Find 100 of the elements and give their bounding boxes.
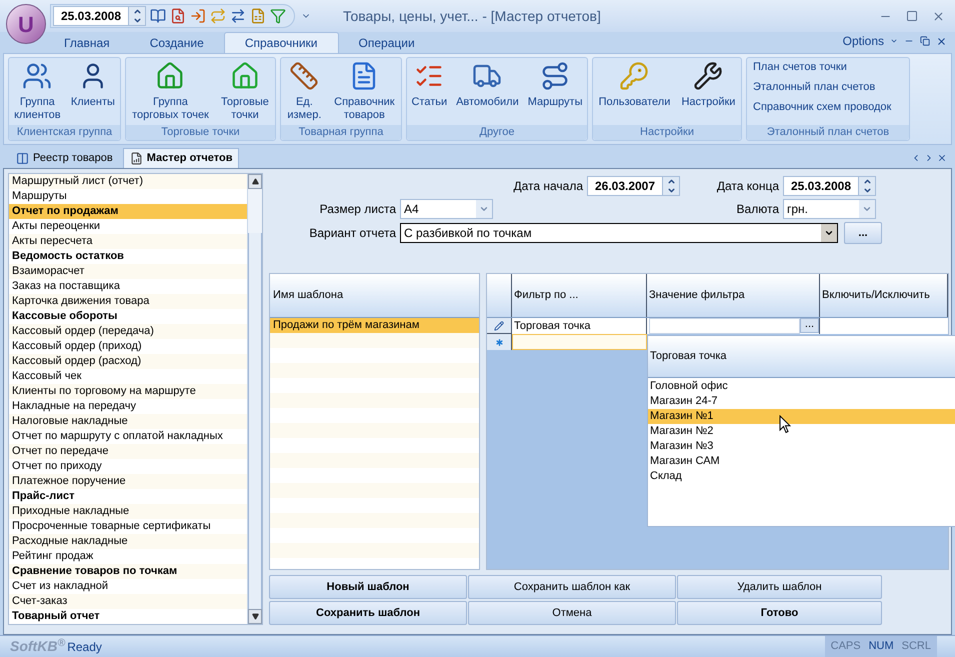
page-size-combo[interactable]: A4 — [400, 199, 493, 219]
window-title: Товары, цены, учет... - [Мастер отчетов] — [343, 6, 601, 26]
action-button[interactable]: Сохранить шаблон — [269, 601, 467, 625]
dropdown-item[interactable]: Магазин №1 — [648, 409, 955, 424]
spin-up-icon[interactable] — [132, 7, 142, 16]
report-variant-combo[interactable]: С разбивкой по точкам — [400, 223, 838, 243]
new-row-cell[interactable] — [512, 334, 647, 350]
action-button[interactable]: Готово — [677, 601, 882, 625]
action-button[interactable]: Отмена — [468, 601, 676, 625]
maximize-icon[interactable] — [906, 10, 918, 22]
report-list-item[interactable]: Взаиморасчет — [9, 264, 247, 279]
ribbon-link-button[interactable]: Эталонный план счетов — [753, 81, 876, 94]
report-list-item[interactable]: Прайс-лист — [9, 489, 247, 504]
template-row[interactable]: Продажи по трём магазинам — [270, 318, 479, 333]
ribbon-button[interactable]: Группа клиентов — [13, 61, 62, 122]
report-list-item[interactable]: Отчет по передаче — [9, 444, 247, 459]
scrollbar[interactable] — [247, 174, 262, 624]
report-list-item[interactable]: Просроченные товарные сертификаты — [9, 519, 247, 534]
scroll-up-icon[interactable] — [252, 178, 258, 185]
report-list-item[interactable]: Накладные на передачу — [9, 399, 247, 414]
close-icon[interactable] — [937, 153, 947, 163]
ribbon-button[interactable]: Статьи — [410, 61, 448, 109]
ribbon-tab[interactable]: Операции — [338, 32, 435, 53]
scroll-down-icon[interactable] — [252, 613, 258, 620]
import-icon[interactable] — [190, 8, 206, 24]
date-field[interactable]: 25.03.2008 — [53, 6, 146, 26]
ribbon-button[interactable]: Справочник товаров — [333, 61, 396, 122]
options-menu[interactable]: Options — [842, 32, 884, 50]
report-list-item[interactable]: Отчет по приходу — [9, 459, 247, 474]
dropdown-item[interactable]: Магазин №2 — [648, 424, 955, 439]
spin-down-icon[interactable] — [862, 186, 872, 195]
filter-icon[interactable] — [270, 8, 286, 24]
ribbon-button[interactable]: Ед. измер. — [286, 61, 322, 122]
report-list-item[interactable]: Клиенты по торговому на маршруте — [9, 384, 247, 399]
report-list-item[interactable]: Платежное поручение — [9, 474, 247, 489]
report-list-item[interactable]: Кассовый ордер (приход) — [9, 339, 247, 354]
report-list-item[interactable]: Кассовый ордер (передача) — [9, 324, 247, 339]
ribbon-button[interactable]: Группа торговых точек — [131, 61, 210, 122]
restore-icon[interactable] — [920, 36, 930, 46]
close-icon[interactable] — [932, 10, 945, 22]
ribbon-tab[interactable]: Создание — [130, 32, 224, 53]
report-list-item[interactable]: Расходные накладные — [9, 534, 247, 549]
report-list-item[interactable]: Ведомость остатков — [9, 249, 247, 264]
group-label: Торговые точки — [126, 125, 275, 140]
dropdown-item[interactable]: Магазин №3 — [648, 439, 955, 454]
ribbon-tab[interactable]: Справочники — [224, 32, 339, 53]
ribbon-link-button[interactable]: План счетов точки — [753, 61, 847, 74]
close-icon[interactable] — [936, 36, 947, 46]
ribbon-button[interactable]: Торговые точки — [220, 61, 270, 122]
report-list-item[interactable]: Рейтинг продаж — [9, 549, 247, 564]
ribbon-tab[interactable]: Главная — [44, 32, 130, 53]
report-list-item[interactable]: Карточка движения товара — [9, 294, 247, 309]
ribbon-button[interactable]: Настройки — [680, 61, 736, 109]
report-list-item[interactable]: Кассовый чек — [9, 369, 247, 384]
currency-combo[interactable]: грн. — [783, 199, 876, 219]
document-tab[interactable]: Реестр товаров — [10, 148, 119, 168]
ribbon-button[interactable]: Пользователи — [598, 61, 672, 109]
report-icon — [130, 152, 143, 165]
report-list-item[interactable]: Отчет по продажам — [9, 204, 247, 219]
action-button[interactable]: Новый шаблон — [269, 575, 467, 599]
report-list-item[interactable]: Отчет по маршруту с оплатой накладных — [9, 429, 247, 444]
filter-value-field[interactable]: ... — [647, 318, 820, 334]
field-label: Размер листа — [318, 201, 397, 218]
action-button[interactable]: Удалить шаблон — [677, 575, 882, 599]
browse-button[interactable]: ... — [844, 222, 882, 244]
report-list-item[interactable]: Сравнение товаров по точкам — [9, 564, 247, 579]
document-search-icon[interactable] — [170, 8, 186, 24]
field-label: Валюта — [736, 201, 780, 218]
end-date-field[interactable]: 25.03.2008 — [783, 176, 876, 196]
report-list-item[interactable]: Счет из накладной — [9, 579, 247, 594]
status-indicator: NUM — [868, 639, 894, 654]
spin-down-icon[interactable] — [132, 16, 142, 25]
report-list-item[interactable]: Приходные накладные — [9, 504, 247, 519]
report-list-item[interactable]: Товарный отчет — [9, 609, 247, 624]
start-date-field[interactable]: 26.03.2007 — [587, 176, 680, 196]
spin-up-icon[interactable] — [862, 177, 872, 186]
transfer-icon[interactable] — [230, 8, 246, 24]
dropdown-item[interactable]: Головной офис — [648, 379, 955, 394]
action-button[interactable]: Сохранить шаблон как — [468, 575, 676, 599]
report-list-item[interactable]: Маршруты — [9, 189, 247, 204]
ribbon-button[interactable]: Автомобили — [455, 61, 520, 109]
document-tab[interactable]: Мастер отчетов — [122, 148, 240, 168]
report-list-item[interactable]: Налоговые накладные — [9, 414, 247, 429]
dropdown-item[interactable]: Магазин САМ — [648, 454, 955, 469]
spreadsheet-icon[interactable] — [250, 8, 266, 24]
report-list-item[interactable]: Маршрутный лист (отчет) — [9, 174, 247, 189]
spin-up-icon[interactable] — [666, 177, 676, 186]
report-list-item[interactable]: Акты пересчета — [9, 234, 247, 249]
dropdown-item[interactable]: Склад — [648, 469, 955, 484]
ribbon-link-button[interactable]: Справочник схем проводок — [753, 101, 892, 114]
report-list-item[interactable]: Кассовый ордер (расход) — [9, 354, 247, 369]
spin-down-icon[interactable] — [666, 186, 676, 195]
field-label: Вариант отчета — [308, 225, 397, 242]
report-list-item[interactable]: Акты переоценки — [9, 219, 247, 234]
report-list-item[interactable]: Заказ на поставщика — [9, 279, 247, 294]
ribbon-button[interactable]: Клиенты — [70, 61, 116, 109]
report-list-item[interactable]: Кассовые обороты — [9, 309, 247, 324]
dropdown-item[interactable]: Магазин 24-7 — [648, 394, 955, 409]
ribbon-button[interactable]: Маршруты — [526, 61, 584, 109]
report-list-item[interactable]: Счет-заказ — [9, 594, 247, 609]
